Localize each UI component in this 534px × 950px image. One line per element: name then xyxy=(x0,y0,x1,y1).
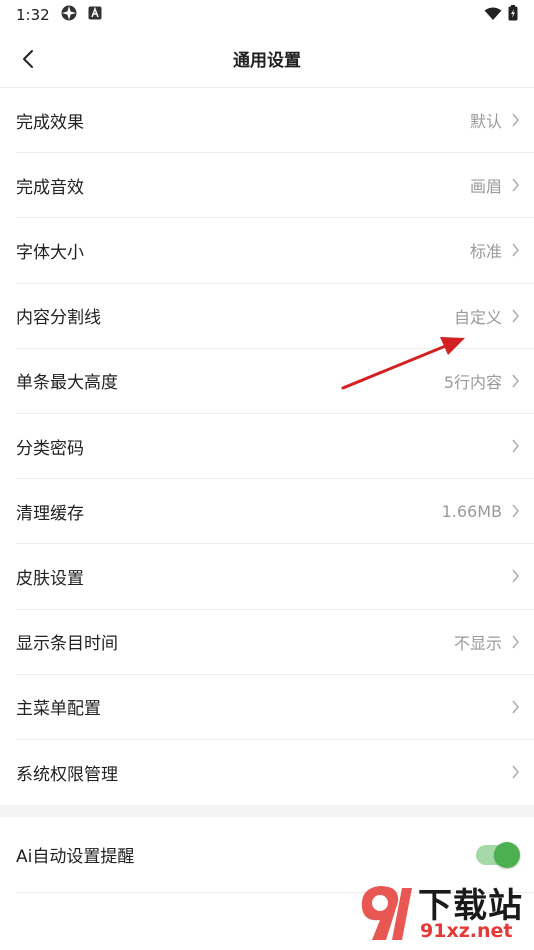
watermark-logo-icon xyxy=(361,886,412,940)
setting-row-max-item-height[interactable]: 单条最大高度 5行内容 xyxy=(16,349,534,414)
setting-row-content-divider[interactable]: 内容分割线 自定义 xyxy=(16,284,534,349)
setting-row-font-size[interactable]: 字体大小 标准 xyxy=(16,218,534,284)
toggle-knob xyxy=(494,841,520,868)
ai-reminder-toggle[interactable] xyxy=(476,841,520,868)
wifi-icon xyxy=(484,6,502,25)
setting-row-completion-effect[interactable]: 完成效果 默认 xyxy=(16,88,534,154)
setting-label: 系统权限管理 xyxy=(16,764,118,785)
battery-icon xyxy=(508,5,518,25)
chevron-right-icon xyxy=(508,569,522,583)
setting-label: Ai自动设置提醒 xyxy=(16,847,135,868)
setting-right xyxy=(502,765,522,779)
setting-right: 画眉 xyxy=(470,173,522,197)
setting-value: 画眉 xyxy=(469,177,502,197)
nav-bar: 通用设置 xyxy=(0,30,534,88)
setting-value: 自定义 xyxy=(453,307,502,327)
back-button[interactable] xyxy=(14,45,42,73)
a-notification-icon xyxy=(88,6,102,24)
setting-row-skin[interactable]: 皮肤设置 xyxy=(16,544,534,610)
chevron-right-icon xyxy=(508,178,522,192)
setting-label: 主菜单配置 xyxy=(16,699,101,720)
app-notification-icon xyxy=(60,4,78,26)
watermark: 下载站 91xz.net xyxy=(358,876,528,946)
setting-label: 完成效果 xyxy=(16,112,84,133)
setting-label: 内容分割线 xyxy=(16,308,101,329)
setting-value: 不显示 xyxy=(453,633,502,653)
setting-label: 清理缓存 xyxy=(16,503,84,524)
setting-right: 标准 xyxy=(470,238,522,262)
status-left: 1:32 xyxy=(16,4,102,26)
chevron-right-icon xyxy=(508,439,522,453)
section-divider xyxy=(0,805,534,818)
setting-value: 默认 xyxy=(469,112,502,132)
chevron-right-icon xyxy=(508,700,522,714)
setting-label: 分类密码 xyxy=(16,438,84,459)
setting-right xyxy=(502,700,522,714)
setting-right: 不显示 xyxy=(454,630,522,654)
setting-value: 1.66MB xyxy=(441,501,502,521)
chevron-right-icon xyxy=(508,635,522,649)
watermark-domain: 91xz.net xyxy=(420,920,513,942)
chevron-left-icon xyxy=(23,50,33,68)
setting-label: 完成音效 xyxy=(16,177,84,198)
settings-list: 完成效果 默认 完成音效 画眉 字体大小 标准 内容分割线 自定义 单条最大高度… xyxy=(0,88,534,805)
chevron-right-icon xyxy=(508,309,522,323)
setting-value: 标准 xyxy=(469,242,502,262)
chevron-right-icon xyxy=(508,765,522,779)
setting-right: 自定义 xyxy=(454,304,522,328)
setting-label: 单条最大高度 xyxy=(16,373,118,394)
setting-right xyxy=(502,569,522,583)
setting-row-main-menu-config[interactable]: 主菜单配置 xyxy=(16,675,534,740)
chevron-right-icon xyxy=(508,113,522,127)
setting-value: 5行内容 xyxy=(443,372,502,392)
setting-right: 默认 xyxy=(470,108,522,132)
setting-row-category-password[interactable]: 分类密码 xyxy=(16,414,534,480)
setting-label: 字体大小 xyxy=(16,242,84,263)
setting-label: 皮肤设置 xyxy=(16,568,84,589)
setting-right: 5行内容 xyxy=(444,369,522,393)
status-time: 1:32 xyxy=(16,6,50,24)
setting-row-show-item-time[interactable]: 显示条目时间 不显示 xyxy=(16,610,534,675)
chevron-right-icon xyxy=(508,504,522,518)
setting-right: 1.66MB xyxy=(442,502,522,521)
page-title: 通用设置 xyxy=(233,51,301,71)
setting-row-completion-sound[interactable]: 完成音效 画眉 xyxy=(16,153,534,219)
setting-row-clear-cache[interactable]: 清理缓存 1.66MB xyxy=(16,479,534,545)
status-right xyxy=(484,5,518,25)
setting-label: 显示条目时间 xyxy=(16,634,118,655)
status-bar: 1:32 xyxy=(0,0,534,30)
chevron-right-icon xyxy=(508,243,522,257)
chevron-right-icon xyxy=(508,374,522,388)
setting-right xyxy=(502,439,522,453)
setting-row-system-permissions[interactable]: 系统权限管理 xyxy=(16,740,534,805)
